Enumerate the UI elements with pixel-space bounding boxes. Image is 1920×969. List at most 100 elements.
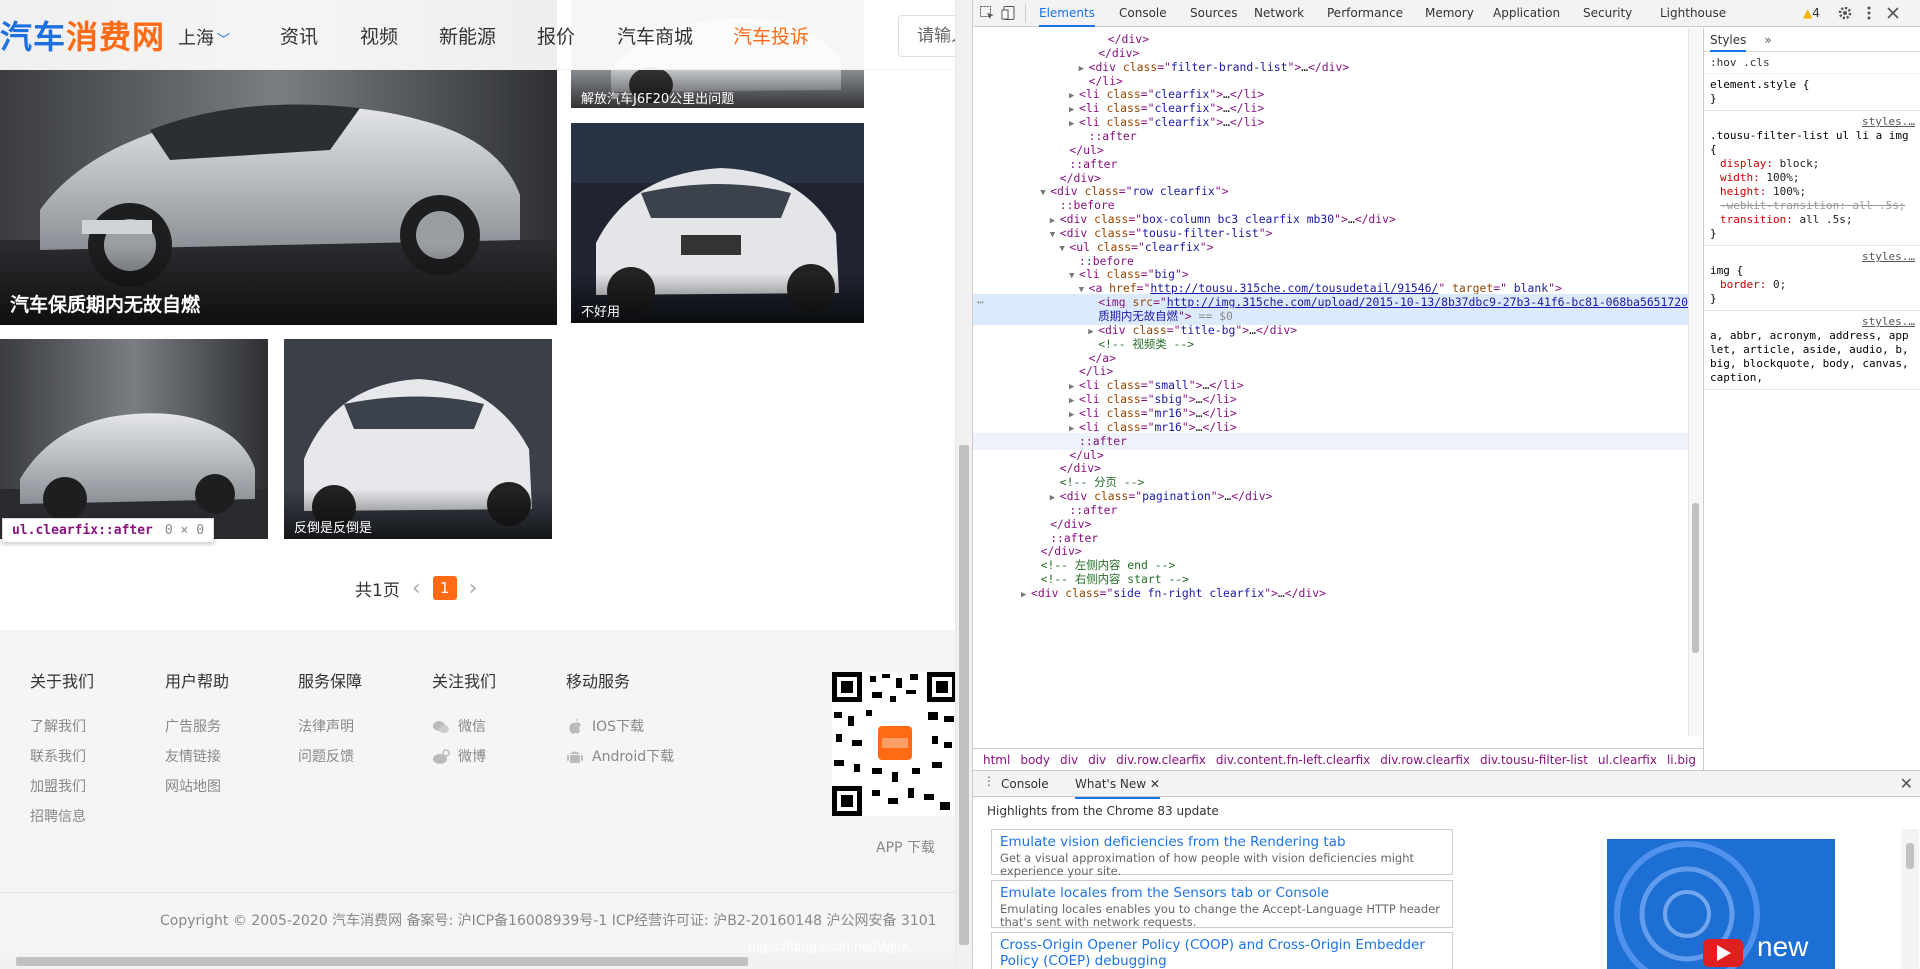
style-rule-close: } bbox=[1710, 292, 1717, 305]
styles-filter-toolbar[interactable]: :hov .cls bbox=[1704, 52, 1920, 74]
footer-link[interactable]: 联系我们 bbox=[30, 742, 150, 772]
tab-network[interactable]: Network bbox=[1254, 0, 1304, 27]
drawer-menu-icon[interactable]: ⋮ bbox=[983, 774, 995, 788]
scrollbar-thumb[interactable] bbox=[16, 957, 748, 966]
page-horizontal-scrollbar[interactable] bbox=[0, 953, 955, 969]
tab-close-icon[interactable]: ✕ bbox=[1150, 777, 1160, 791]
footer-col-title: 关注我们 bbox=[432, 672, 497, 691]
breadcrumb-item[interactable]: body bbox=[1020, 753, 1050, 767]
footer-link[interactable]: 问题反馈 bbox=[298, 742, 418, 772]
footer-link[interactable]: 广告服务 bbox=[165, 712, 285, 742]
inspect-element-icon[interactable] bbox=[979, 5, 995, 21]
breadcrumb-item[interactable]: div.row.clearfix bbox=[1116, 753, 1206, 767]
site-footer: 关于我们 了解我们 联系我们 加盟我们 招聘信息 用户帮助 广告服务 友情链接 … bbox=[0, 630, 955, 969]
tab-lighthouse[interactable]: Lighthouse bbox=[1660, 0, 1726, 27]
breadcrumb-item[interactable]: li.big bbox=[1667, 753, 1696, 767]
footer-link[interactable]: 友情链接 bbox=[165, 742, 285, 772]
scrollbar-thumb[interactable] bbox=[959, 445, 969, 945]
breadcrumb-item[interactable]: div.row.clearfix bbox=[1380, 753, 1470, 767]
news-card[interactable]: Cross-Origin Opener Policy (COOP) and Cr… bbox=[991, 932, 1453, 969]
news-title[interactable]: Cross-Origin Opener Policy (COOP) and Cr… bbox=[1000, 937, 1444, 969]
footer-link[interactable]: 网站地图 bbox=[165, 772, 285, 802]
prev-page-icon[interactable]: ‹ bbox=[412, 576, 421, 601]
footer-link[interactable]: 了解我们 bbox=[30, 712, 150, 742]
nav-car-mall[interactable]: 汽车商城 bbox=[617, 22, 693, 49]
device-toolbar-icon[interactable] bbox=[1001, 5, 1017, 21]
tab-elements[interactable]: Elements bbox=[1039, 0, 1095, 27]
drawer-tab-console[interactable]: Console bbox=[1001, 771, 1049, 797]
news-card[interactable]: Emulate vision deficiencies from the Ren… bbox=[991, 829, 1453, 878]
news-desc: Emulating locales enables you to change … bbox=[1000, 902, 1440, 929]
gear-icon[interactable] bbox=[1837, 5, 1853, 21]
footer-link[interactable]: 法律声明 bbox=[298, 712, 418, 742]
close-icon[interactable] bbox=[1885, 5, 1901, 21]
footer-link-ios[interactable]: IOS下载 bbox=[566, 712, 726, 742]
tile-mid-right[interactable]: 不好用 bbox=[571, 123, 864, 323]
tile-small-1[interactable] bbox=[0, 339, 268, 539]
style-property[interactable]: width: 100%; bbox=[1710, 171, 1915, 185]
drawer-scrollbar[interactable] bbox=[1901, 829, 1919, 969]
tab-application[interactable]: Application bbox=[1493, 0, 1560, 27]
tag-bracket: > bbox=[1271, 586, 1278, 600]
chevron-double-right-icon[interactable]: » bbox=[1764, 33, 1771, 47]
tile-small-2[interactable]: 反倒是反倒是 bbox=[284, 339, 552, 539]
nav-video[interactable]: 视频 bbox=[360, 22, 398, 49]
breadcrumb-item[interactable]: div bbox=[1088, 753, 1106, 767]
nav-news[interactable]: 资讯 bbox=[280, 22, 318, 49]
footer-link[interactable]: 招聘信息 bbox=[30, 802, 150, 832]
nav-complaints[interactable]: 汽车投诉 bbox=[733, 22, 809, 49]
nav-new-energy[interactable]: 新能源 bbox=[439, 22, 496, 49]
news-title[interactable]: Emulate locales from the Sensors tab or … bbox=[1000, 885, 1444, 901]
tab-sources[interactable]: Sources bbox=[1190, 0, 1237, 27]
breadcrumb-item[interactable]: div.tousu-filter-list bbox=[1480, 753, 1588, 767]
style-rule-source-link[interactable]: styles.… bbox=[1710, 115, 1915, 129]
site-logo[interactable]: 汽车消费网 bbox=[0, 12, 165, 58]
footer-link-wechat[interactable]: 微信 bbox=[432, 712, 552, 742]
footer-link-android[interactable]: Android下载 bbox=[566, 742, 726, 772]
dom-tree-scrollbar[interactable] bbox=[1688, 28, 1702, 736]
kebab-menu-icon[interactable] bbox=[1861, 5, 1877, 21]
style-property-value: 0; bbox=[1772, 278, 1787, 291]
warnings-counter[interactable]: ▲4 bbox=[1803, 6, 1820, 20]
tab-memory[interactable]: Memory bbox=[1425, 0, 1474, 27]
nav-prices[interactable]: 报价 bbox=[537, 22, 575, 49]
news-card[interactable]: Emulate locales from the Sensors tab or … bbox=[991, 880, 1453, 929]
style-property[interactable]: transition: all .5s; bbox=[1710, 213, 1915, 227]
tab-performance[interactable]: Performance bbox=[1327, 0, 1403, 27]
style-rule-selector: element.style { bbox=[1710, 78, 1810, 91]
footer-col-title: 服务保障 bbox=[298, 672, 363, 691]
style-property[interactable]: height: 100%; bbox=[1710, 185, 1915, 199]
dom-node-row[interactable]: ▶ <div class="side fn-right clearfix">…</… bbox=[973, 585, 1688, 602]
style-property[interactable]: display: block; bbox=[1710, 157, 1915, 171]
tab-security[interactable]: Security bbox=[1583, 0, 1632, 27]
style-rule-source-link[interactable]: styles.… bbox=[1710, 250, 1915, 264]
tab-styles[interactable]: Styles bbox=[1710, 33, 1747, 52]
next-page-icon[interactable]: › bbox=[469, 576, 478, 601]
tab-console[interactable]: Console bbox=[1119, 0, 1167, 27]
footer-link[interactable]: 加盟我们 bbox=[30, 772, 150, 802]
breadcrumb-item[interactable]: html bbox=[983, 753, 1010, 767]
search-input[interactable]: 请输入 bbox=[898, 15, 955, 57]
drawer-tab-whats-new[interactable]: What's New ✕ bbox=[1075, 771, 1160, 799]
devtools-tabbar: Elements Console Sources Network Perform… bbox=[973, 0, 1920, 27]
style-rule-source-link[interactable]: styles.… bbox=[1710, 315, 1915, 329]
whats-new-video-thumbnail[interactable]: new bbox=[1607, 839, 1835, 969]
styles-pane: Styles » :hov .cls element.style {} style… bbox=[1703, 28, 1920, 770]
breadcrumb-item[interactable]: div.content.fn-left.clearfix bbox=[1216, 753, 1370, 767]
page-vertical-scrollbar[interactable] bbox=[955, 0, 972, 969]
footer-link-weibo[interactable]: 微博 bbox=[432, 742, 552, 772]
tile-big-caption: 汽车保质期内无故自燃 bbox=[10, 294, 201, 316]
style-property[interactable]: border: 0; bbox=[1710, 278, 1915, 292]
style-property[interactable]: -webkit-transition: all .5s; bbox=[1710, 199, 1915, 213]
dom-tree[interactable]: </div> </div> ▶ <div class="filter-brand-li… bbox=[973, 28, 1688, 736]
page-number-current[interactable]: 1 bbox=[432, 576, 457, 600]
news-title[interactable]: Emulate vision deficiencies from the Ren… bbox=[1000, 834, 1444, 850]
scrollbar-thumb[interactable] bbox=[1692, 503, 1699, 653]
drawer-close-icon[interactable]: ✕ bbox=[1900, 774, 1913, 793]
city-selector[interactable]: 上海 ﹀ bbox=[178, 24, 230, 50]
tag-name: <div bbox=[1031, 586, 1059, 600]
footer-link-label: 微信 bbox=[458, 719, 486, 735]
breadcrumb-item[interactable]: ul.clearfix bbox=[1598, 753, 1657, 767]
breadcrumb-item[interactable]: div bbox=[1060, 753, 1078, 767]
scrollbar-thumb[interactable] bbox=[1906, 843, 1914, 869]
